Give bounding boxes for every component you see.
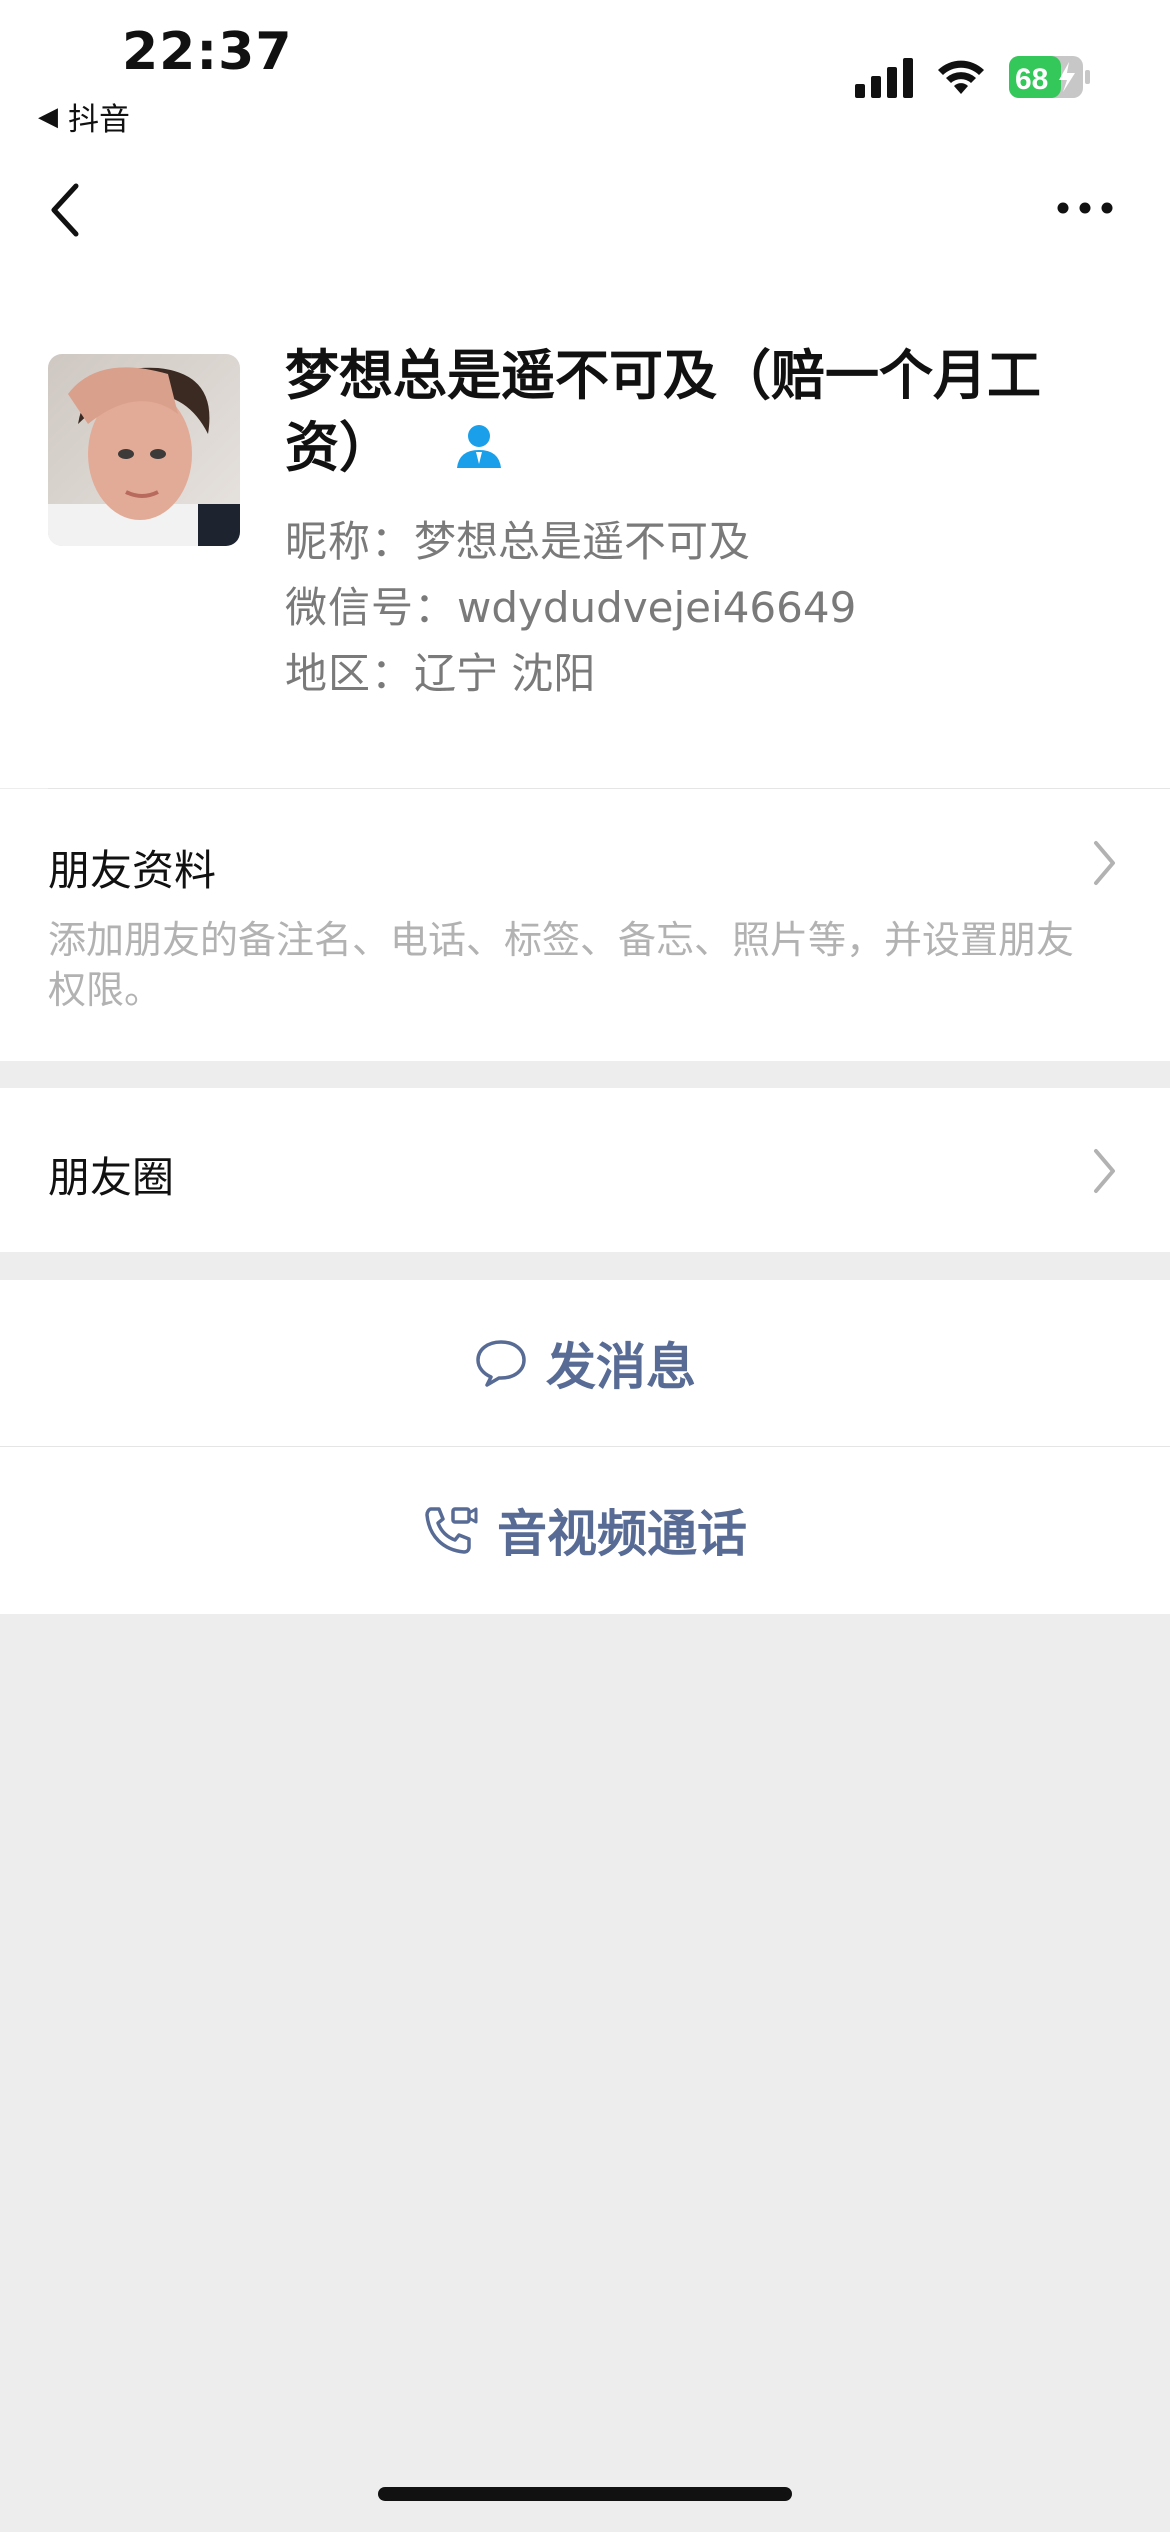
battery-level-text: 68 xyxy=(1015,63,1048,96)
display-name: 梦想总是遥不可及（赔一个月工资） xyxy=(285,340,1045,484)
back-to-app-link[interactable]: ◀ 抖音 xyxy=(38,94,130,139)
back-triangle-icon: ◀ xyxy=(38,101,58,132)
wechat-id-row: 微信号：wdydudvejei46649 xyxy=(285,574,856,635)
audio-video-call-button[interactable]: 音视频通话 xyxy=(0,1447,1170,1613)
signal-icon xyxy=(855,58,913,98)
nickname-row: 昵称：梦想总是遥不可及 xyxy=(285,508,750,569)
chevron-right-icon xyxy=(1094,841,1115,885)
status-time: 22:37 xyxy=(122,22,293,82)
region-row: 地区：辽宁 沈阳 xyxy=(285,640,595,701)
friend-info-title: 朋友资料 xyxy=(48,846,217,895)
chevron-right-icon xyxy=(1094,1149,1115,1193)
nav-bar xyxy=(0,150,1170,270)
display-name-text: 梦想总是遥不可及（赔一个月工资） xyxy=(285,344,1041,479)
avatar[interactable] xyxy=(48,354,240,546)
back-app-label: 抖音 xyxy=(68,102,130,138)
wechat-id-label: 微信号： xyxy=(285,583,458,632)
contact-person-icon xyxy=(457,425,501,469)
chat-bubble-icon xyxy=(476,1340,526,1387)
home-indicator[interactable] xyxy=(378,2487,792,2501)
back-button[interactable] xyxy=(46,180,86,240)
wifi-icon xyxy=(938,60,984,94)
nickname-value: 梦想总是遥不可及 xyxy=(414,517,751,566)
send-message-label: 发消息 xyxy=(546,1338,696,1396)
moments-title: 朋友圈 xyxy=(48,1153,175,1202)
region-value: 辽宁 沈阳 xyxy=(414,649,596,698)
more-options-button[interactable] xyxy=(1056,190,1114,226)
video-call-icon xyxy=(425,1507,478,1554)
region-label: 地区： xyxy=(285,649,415,698)
moments-row[interactable] xyxy=(0,1088,1170,1252)
status-bar: 22:37 ◀ 抖音 68 xyxy=(0,0,1170,150)
nickname-label: 昵称： xyxy=(285,517,415,566)
audio-video-call-label: 音视频通话 xyxy=(497,1505,747,1563)
send-message-button[interactable]: 发消息 xyxy=(0,1280,1170,1446)
battery-charging-icon: 68 xyxy=(1009,56,1090,98)
avatar-photo xyxy=(48,354,240,546)
wechat-id-value: wdydudvejei46649 xyxy=(457,583,857,632)
friend-info-description: 添加朋友的备注名、电话、标签、备忘、照片等，并设置朋友权限。 xyxy=(48,918,1075,1012)
